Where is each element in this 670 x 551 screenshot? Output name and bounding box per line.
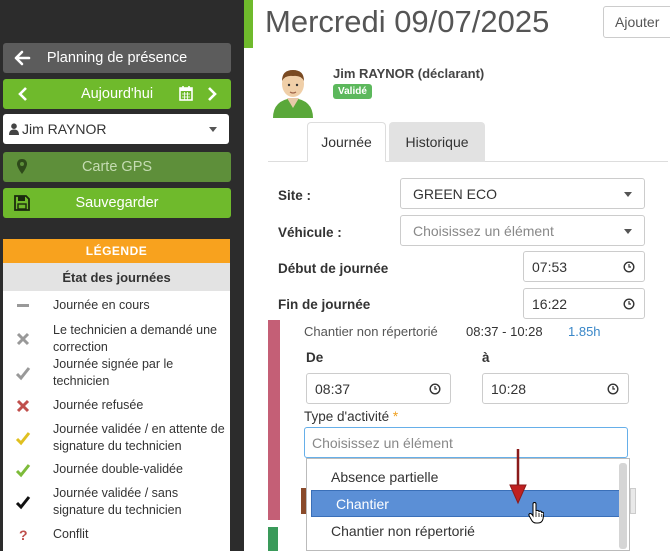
activity-duration: 1.85h — [568, 324, 601, 339]
dropdown-option[interactable]: Absence partielle — [307, 463, 619, 490]
activity-type-placeholder: Choisissez un élément — [312, 434, 453, 451]
chevron-left-icon[interactable] — [15, 85, 33, 103]
avatar — [273, 70, 313, 118]
to-time-input[interactable]: 10:28 — [482, 373, 629, 404]
start-time-input[interactable]: 07:53 — [523, 251, 645, 282]
activity-time-range: 08:37 - 10:28 — [466, 324, 543, 339]
planning-button[interactable]: Planning de présence — [3, 43, 231, 73]
annotation-arrow-icon — [509, 449, 527, 505]
card-edge-right — [630, 488, 636, 514]
clock-icon — [607, 383, 619, 395]
activity-type-select[interactable]: Choisissez un élément — [304, 427, 628, 458]
accent-strip — [244, 0, 253, 48]
end-label: Fin de journée — [278, 297, 371, 312]
legend-item: Journée signée par le technicien — [3, 356, 230, 390]
legend-panel: LÉGENDE État des journées Journée en cou… — [3, 239, 230, 551]
legend-item: Journée double-validée — [3, 461, 230, 481]
cross-red-icon — [16, 399, 30, 413]
legend-item: ? Conflit — [3, 526, 230, 546]
to-label: à — [482, 350, 490, 365]
dropdown-option-selected[interactable]: Chantier — [311, 490, 621, 517]
user-name: Jim RAYNOR (déclarant) — [333, 66, 485, 81]
status-badge: Validé — [333, 84, 372, 99]
next-card-edge — [268, 527, 278, 551]
clock-icon — [623, 298, 635, 310]
site-select-value: GREEN ECO — [413, 185, 498, 202]
cross-gray-icon — [16, 332, 30, 346]
activity-type-dropdown[interactable]: Absence partielle Chantier Chantier non … — [306, 458, 630, 551]
vehicle-label: Véhicule : — [278, 225, 342, 240]
user-select[interactable]: Jim RAYNOR — [3, 114, 229, 144]
question-icon: ? — [19, 527, 28, 543]
check-green-icon — [15, 464, 31, 478]
required-mark: * — [392, 409, 399, 424]
chevron-right-icon[interactable] — [205, 86, 219, 102]
legend-item: Le technicien a demandé une correction — [3, 322, 230, 356]
legend-item: Journée refusée — [3, 397, 230, 417]
hand-cursor-icon — [528, 502, 544, 524]
vehicle-select-placeholder: Choisissez un élément — [413, 222, 554, 239]
end-time-input[interactable]: 16:22 — [523, 288, 645, 319]
legend-item: Journée validée / sans signature du tech… — [3, 485, 230, 519]
map-marker-icon — [17, 159, 27, 174]
sidebar: Planning de présence Aujourd'hui Jim RAY… — [0, 0, 244, 551]
chevron-down-icon — [624, 192, 632, 197]
activity-title: Chantier non répertorié — [304, 324, 438, 339]
today-label: Aujourd'hui — [80, 86, 154, 102]
calendar-icon[interactable] — [179, 86, 193, 101]
legend-subtitle: État des journées — [3, 263, 230, 291]
end-time-value: 16:22 — [532, 295, 568, 312]
add-button[interactable]: Ajouter — [603, 6, 670, 38]
legend-item: Journée validée / en attente de signatur… — [3, 421, 230, 455]
from-label: De — [306, 350, 324, 365]
svg-text:?: ? — [19, 527, 28, 543]
legend-item: Journée en cours — [3, 297, 230, 317]
today-button[interactable]: Aujourd'hui — [3, 79, 231, 109]
dash-icon — [17, 304, 29, 307]
save-label: Sauvegarder — [75, 195, 159, 211]
to-time-value: 10:28 — [491, 380, 527, 397]
clock-icon — [623, 261, 635, 273]
save-button[interactable]: Sauvegarder — [3, 188, 231, 218]
dropdown-scrollbar[interactable] — [619, 463, 627, 549]
activity-type-label: Type d'activité * — [304, 409, 398, 424]
user-icon — [9, 123, 19, 135]
check-gray-icon — [15, 367, 31, 381]
site-select[interactable]: GREEN ECO — [400, 178, 645, 209]
main-panel: Mercredi 09/07/2025 Ajouter Jim RAYNOR (… — [244, 0, 670, 551]
site-label: Site : — [278, 188, 312, 203]
floppy-disk-icon — [14, 195, 30, 211]
legend-title: LÉGENDE — [3, 239, 230, 263]
arrow-left-icon — [14, 50, 31, 66]
vehicle-select[interactable]: Choisissez un élément — [400, 215, 645, 246]
chevron-down-icon — [209, 127, 217, 132]
page-title: Mercredi 09/07/2025 — [265, 4, 550, 39]
gps-label: Carte GPS — [81, 159, 153, 175]
activity-type-label-text: Type d'activité — [304, 409, 390, 424]
clock-icon — [429, 383, 441, 395]
check-black-icon — [15, 496, 31, 510]
user-select-value: Jim RAYNOR — [22, 121, 107, 137]
check-yellow-icon — [15, 432, 31, 446]
start-time-value: 07:53 — [532, 258, 568, 275]
gps-map-button[interactable]: Carte GPS — [3, 152, 231, 182]
tab-historique[interactable]: Historique — [389, 122, 485, 162]
start-label: Début de journée — [278, 261, 389, 276]
from-time-input[interactable]: 08:37 — [306, 373, 451, 404]
from-time-value: 08:37 — [315, 380, 351, 397]
tab-journee[interactable]: Journée — [307, 122, 386, 162]
planning-label: Planning de présence — [46, 50, 188, 66]
dropdown-option[interactable]: Chantier non répertorié — [307, 517, 619, 544]
chevron-down-icon — [624, 229, 632, 234]
